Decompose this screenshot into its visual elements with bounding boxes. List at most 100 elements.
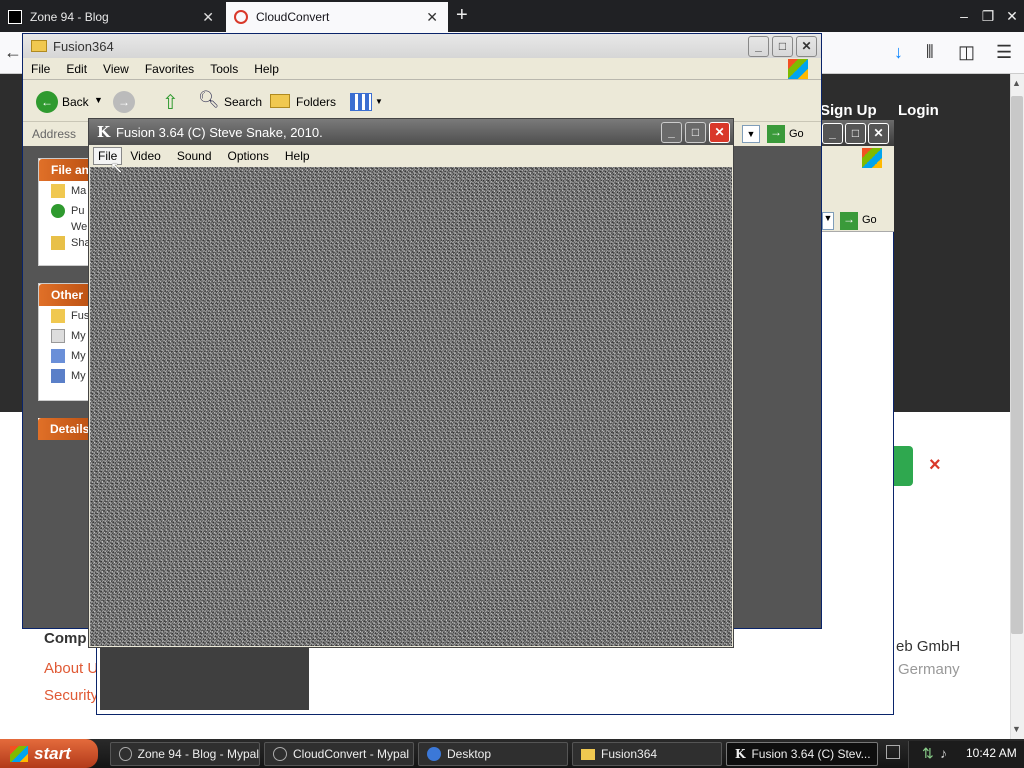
bg-minimize-button[interactable]: _ xyxy=(822,123,843,144)
views-icon[interactable] xyxy=(350,93,372,111)
close-tab-icon[interactable]: ✕ xyxy=(202,9,214,26)
back-button-label[interactable]: Back xyxy=(62,95,89,109)
taskbar-item-fusion-emulator[interactable]: K Fusion 3.64 (C) Stev... xyxy=(726,742,878,766)
browser-restore-button[interactable]: ❐ xyxy=(978,6,998,26)
mouse-cursor-icon: ↖ xyxy=(110,160,124,177)
fusion-menu-sound[interactable]: Sound xyxy=(169,149,220,163)
windows-flag-icon xyxy=(10,745,28,762)
sidebar-icon[interactable]: ◫ xyxy=(958,42,975,63)
footer-heading: Comp xyxy=(44,630,87,647)
fusion-menu-video[interactable]: Video xyxy=(122,149,168,163)
start-button[interactable]: start xyxy=(0,739,98,768)
explorer-menubar: File Edit View Favorites Tools Help xyxy=(23,58,821,80)
dismiss-icon[interactable]: × xyxy=(929,454,941,477)
menu-file[interactable]: File xyxy=(23,62,58,76)
start-label: start xyxy=(34,743,71,763)
browser-close-button[interactable]: ✕ xyxy=(1002,6,1022,26)
login-link[interactable]: Login xyxy=(898,102,939,119)
fusion-minimize-button[interactable]: _ xyxy=(661,122,682,143)
zone94-favicon-icon xyxy=(8,10,22,24)
network-tray-icon[interactable]: ⇅ xyxy=(922,745,934,762)
browser-minimize-button[interactable]: – xyxy=(954,6,974,26)
menu-favorites[interactable]: Favorites xyxy=(137,62,202,76)
folder-icon xyxy=(31,40,47,52)
fusion-display-static[interactable] xyxy=(90,167,732,646)
taskbar-item-desktop[interactable]: Desktop xyxy=(418,742,568,766)
folder-icon xyxy=(51,309,65,323)
fusion-menu-help[interactable]: Help xyxy=(277,149,318,163)
scrollbar-thumb[interactable] xyxy=(1011,96,1023,634)
volume-tray-icon[interactable]: ♪ xyxy=(940,745,947,761)
forward-icon[interactable]: → xyxy=(113,91,135,113)
fusion-menubar: File Video Sound Options Help xyxy=(89,145,733,167)
explorer-minimize-button[interactable]: _ xyxy=(748,36,769,57)
taskbar-item-cloudconvert[interactable]: CloudConvert - Mypal xyxy=(264,742,414,766)
green-button[interactable] xyxy=(893,446,913,486)
globe-icon xyxy=(51,204,65,218)
go-arrow-icon[interactable]: → xyxy=(767,125,785,143)
explorer-toolbar xyxy=(23,80,821,122)
back-icon[interactable]: ← xyxy=(36,91,58,113)
explorer-title: Fusion364 xyxy=(53,38,114,54)
fusion-maximize-button[interactable]: □ xyxy=(685,122,706,143)
menu-help[interactable]: Help xyxy=(246,62,287,76)
fusion-close-button[interactable]: ✕ xyxy=(709,122,730,143)
documents-icon xyxy=(51,329,65,343)
taskbar-item-fusion364[interactable]: Fusion364 xyxy=(572,742,722,766)
share-folder-icon xyxy=(51,236,65,250)
fusion-app-icon: K xyxy=(735,747,746,761)
fusion-app-icon: K xyxy=(97,123,111,141)
tab-zone94[interactable]: Zone 94 - Blog ✕ xyxy=(0,2,224,32)
menu-edit[interactable]: Edit xyxy=(58,62,95,76)
security-link[interactable]: Security xyxy=(44,687,98,704)
fusion-title: Fusion 3.64 (C) Steve Snake, 2010. xyxy=(116,124,323,140)
bg-go-label[interactable]: Go xyxy=(862,214,877,226)
explorer-close-button[interactable]: ✕ xyxy=(796,36,817,57)
bg-go-arrow-icon[interactable]: → xyxy=(840,212,858,230)
scroll-down-icon[interactable]: ▼ xyxy=(1012,724,1021,734)
up-folder-icon[interactable]: ⇧ xyxy=(162,90,184,114)
back-dropdown-icon[interactable]: ▼ xyxy=(94,95,103,105)
explorer-maximize-button[interactable]: □ xyxy=(772,36,793,57)
clock[interactable]: 10:42 AM xyxy=(966,746,1017,760)
new-tab-button[interactable]: + xyxy=(456,4,468,27)
menu-view[interactable]: View xyxy=(95,62,137,76)
hamburger-menu-icon[interactable]: ☰ xyxy=(996,42,1012,63)
bg-maximize-button[interactable]: □ xyxy=(845,123,866,144)
go-button-label[interactable]: Go xyxy=(789,128,804,140)
mypal-icon xyxy=(119,747,132,761)
search-icon[interactable]: 🔍︎ xyxy=(198,90,220,110)
keyboard-icon[interactable] xyxy=(886,745,900,759)
close-tab-icon[interactable]: ✕ xyxy=(426,9,438,26)
explorer-titlebar[interactable]: Fusion364 xyxy=(23,34,821,58)
fusion-menu-options[interactable]: Options xyxy=(220,149,277,163)
signup-link[interactable]: Sign Up xyxy=(820,102,877,119)
fusion-titlebar[interactable]: K Fusion 3.64 (C) Steve Snake, 2010. xyxy=(89,119,733,145)
views-dropdown-icon[interactable]: ▼ xyxy=(375,97,383,106)
folder-icon xyxy=(581,748,595,760)
scroll-up-icon[interactable]: ▲ xyxy=(1012,78,1021,88)
tab-title: CloudConvert xyxy=(256,10,330,24)
menu-tools[interactable]: Tools xyxy=(202,62,246,76)
address-label: Address xyxy=(32,127,77,141)
address-dropdown[interactable]: ▼ xyxy=(742,125,760,143)
downloads-icon[interactable]: ↓ xyxy=(894,42,903,63)
new-folder-icon xyxy=(51,184,65,198)
windows-logo-icon xyxy=(788,59,808,79)
library-icon[interactable]: ⫴ xyxy=(926,42,934,63)
bg-address-dropdown[interactable]: ▼ xyxy=(822,212,834,230)
folders-button-label[interactable]: Folders xyxy=(296,95,336,109)
bg-close-button[interactable]: ✕ xyxy=(868,123,889,144)
back-arrow-icon[interactable]: ← xyxy=(4,42,22,63)
taskbar-item-zone94[interactable]: Zone 94 - Blog - Mypal xyxy=(110,742,260,766)
tab-cloudconvert[interactable]: CloudConvert ✕ xyxy=(226,2,448,32)
about-link[interactable]: About U xyxy=(44,660,98,677)
mypal-icon xyxy=(273,747,287,761)
company-country: Germany xyxy=(898,661,960,678)
ie-icon xyxy=(427,747,441,761)
windows-logo-icon xyxy=(862,148,882,168)
search-button-label[interactable]: Search xyxy=(224,95,262,109)
computer-icon xyxy=(51,349,65,363)
cloudconvert-favicon-icon xyxy=(234,10,248,24)
folders-icon xyxy=(270,94,290,108)
